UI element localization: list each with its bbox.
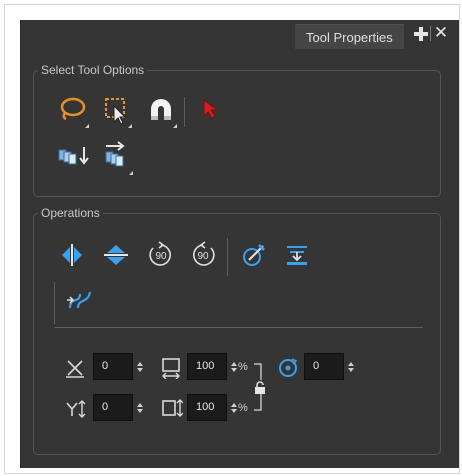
lock-ratio-icon[interactable] <box>253 381 267 395</box>
lasso-icon[interactable] <box>58 97 89 128</box>
marquee-icon[interactable] <box>104 97 132 128</box>
height-offset-spinner[interactable] <box>136 401 144 413</box>
apply-to-elements-icon[interactable] <box>58 145 90 167</box>
operations-group: Operations 90 90 0 100 % 0 0 100 % <box>33 205 441 455</box>
width-scale-spinner[interactable] <box>230 360 238 372</box>
width-percent-sign: % <box>238 361 248 373</box>
operations-title: Operations <box>38 205 103 221</box>
height-percent-sign: % <box>238 402 248 414</box>
create-colour-art-icon[interactable] <box>241 242 267 268</box>
rotate-90-cw-icon[interactable]: 90 <box>147 241 175 269</box>
height-scale-icon <box>161 398 183 418</box>
rotate-90-ccw-label: 90 <box>197 251 209 262</box>
operations-divider <box>227 238 228 276</box>
height-scale-spinner[interactable] <box>230 401 238 413</box>
height-offset-icon <box>65 399 87 419</box>
flip-vertical-icon[interactable] <box>104 243 128 267</box>
height-scale-field[interactable]: 100 <box>187 394 227 421</box>
close-panel-icon[interactable]: ✕ <box>433 24 449 41</box>
width-scale-field[interactable]: 100 <box>187 353 227 380</box>
angle-icon <box>277 357 299 379</box>
angle-spinner[interactable] <box>347 360 355 372</box>
apply-to-drawing-icon[interactable] <box>104 141 134 175</box>
tab-separator <box>430 26 431 41</box>
select-arrow-icon[interactable] <box>202 98 222 120</box>
rotate-90-ccw-icon[interactable]: 90 <box>189 241 217 269</box>
operations-separator <box>54 327 423 328</box>
width-offset-field[interactable]: 0 <box>93 353 133 380</box>
height-offset-field[interactable]: 0 <box>93 394 133 421</box>
flatten-icon[interactable] <box>285 244 309 268</box>
tab-tool-properties[interactable]: Tool Properties <box>295 24 404 49</box>
width-scale-icon <box>161 357 181 379</box>
angle-field[interactable]: 0 <box>304 353 344 380</box>
panel-tab-bar: Tool Properties ✕ <box>21 20 459 49</box>
snap-magnet-icon[interactable] <box>148 98 177 128</box>
smooth-icon[interactable] <box>66 288 94 312</box>
flip-horizontal-icon[interactable] <box>60 244 84 266</box>
add-view-icon[interactable] <box>413 26 429 42</box>
tool-properties-panel: Tool Properties ✕ Select Tool Options Op… <box>20 20 459 468</box>
width-offset-spinner[interactable] <box>136 360 144 372</box>
width-offset-icon <box>64 359 86 379</box>
rotate-90-cw-label: 90 <box>155 251 167 262</box>
toolbar-divider <box>184 97 185 127</box>
select-tool-options-group: Select Tool Options <box>33 62 441 197</box>
smooth-divider <box>54 282 55 324</box>
select-tool-options-title: Select Tool Options <box>38 62 148 78</box>
